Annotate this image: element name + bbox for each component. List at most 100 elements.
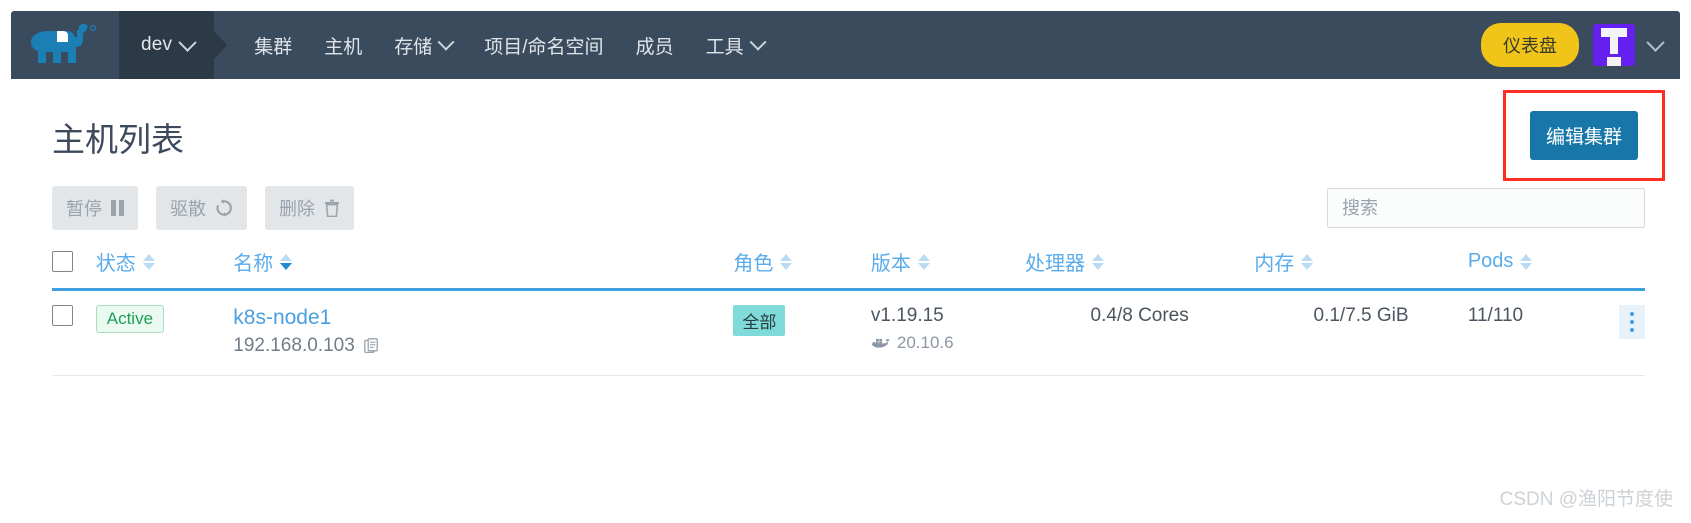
sort-role[interactable]: 角色 (733, 247, 793, 276)
hosts-table-head: 状态 名称 角色 版本 处理器 内存 Pods (52, 237, 1645, 291)
table-toolbar: 暂停 驱散 删除 (0, 185, 1691, 231)
edit-cluster-highlight-box: 编辑集群 (1502, 90, 1665, 181)
sort-name[interactable]: 名称 (233, 247, 293, 276)
pause-button-label: 暂停 (66, 199, 102, 219)
avatar[interactable] (1593, 24, 1635, 66)
row-version-cell: v1.19.15 20.10.6 (870, 289, 1026, 377)
row-checkbox[interactable] (52, 305, 73, 327)
rancher-cow-logo (31, 23, 96, 63)
nav-item-storage[interactable]: 存储 (378, 32, 468, 59)
header-cpu: 处理器 (1025, 237, 1255, 291)
hosts-table-container: 状态 名称 角色 版本 处理器 内存 Pods Active k8s-node1… (0, 237, 1691, 377)
sort-icon (780, 253, 793, 270)
nav-item-label: 主机 (324, 36, 363, 58)
header-memory-label: 内存 (1254, 253, 1295, 275)
nav-item-label: 集群 (254, 36, 293, 58)
cluster-context-switcher[interactable]: dev (119, 11, 215, 79)
nav-item-label: 成员 (635, 36, 674, 58)
header-state: 状态 (95, 237, 234, 291)
row-actions-cell (1592, 289, 1645, 377)
header-name-label: 名称 (233, 253, 274, 275)
sort-state[interactable]: 状态 (96, 247, 155, 276)
header-cpu-label: 处理器 (1025, 253, 1086, 275)
sort-icon (1092, 253, 1105, 270)
sort-pods[interactable]: Pods (1468, 250, 1533, 273)
search-input[interactable] (1340, 196, 1632, 220)
sort-cpu[interactable]: 处理器 (1025, 247, 1105, 276)
row-state-cell: Active (95, 289, 234, 377)
nav-item-tools[interactable]: 工具 (690, 32, 780, 59)
header-name: 名称 (233, 237, 734, 291)
edit-cluster-button[interactable]: 编辑集群 (1529, 111, 1638, 160)
cluster-context-label: dev (141, 34, 173, 55)
header-pods: Pods (1467, 237, 1593, 291)
select-all-checkbox[interactable] (52, 251, 73, 273)
table-header-row: 状态 名称 角色 版本 处理器 内存 Pods (52, 237, 1645, 291)
docker-version-row: 20.10.6 (871, 333, 1025, 353)
row-pods-cell: 11/110 (1467, 289, 1593, 377)
table-row[interactable]: Active k8s-node1 192.168.0.103 全部 v1.19.… (52, 289, 1645, 377)
nav-item-members[interactable]: 成员 (620, 32, 690, 59)
sort-icon (917, 253, 930, 270)
header-version-label: 版本 (870, 253, 911, 275)
header-memory: 内存 (1254, 237, 1468, 291)
nav-item-clusters[interactable]: 集群 (238, 32, 308, 59)
user-menu-chevron-down-icon[interactable] (1646, 32, 1665, 52)
status-badge: Active (95, 305, 165, 333)
nav-item-label: 工具 (705, 36, 744, 58)
row-actions-menu-button[interactable] (1619, 305, 1645, 339)
node-ip: 192.168.0.103 (233, 335, 733, 357)
role-badge: 全部 (733, 305, 786, 336)
node-name-link[interactable]: k8s-node1 (233, 305, 733, 331)
row-cpu-cell: 0.4/8 Cores (1025, 289, 1255, 377)
header-state-label: 状态 (95, 253, 136, 275)
nav-item-projects-namespaces[interactable]: 项目/命名空间 (468, 32, 619, 59)
sort-memory[interactable]: 内存 (1254, 247, 1314, 276)
node-ip-text: 192.168.0.103 (233, 335, 355, 357)
row-memory-cell: 0.1/7.5 GiB (1254, 289, 1468, 377)
navbar-right: 仪表盘 (1481, 11, 1680, 79)
header-actions (1592, 237, 1645, 291)
app-logo[interactable] (11, 11, 119, 79)
avatar-glyph-foot (1607, 57, 1621, 66)
page-title: 主机列表 (52, 121, 184, 158)
evacuate-button[interactable]: 驱散 (156, 186, 247, 230)
search-box[interactable] (1327, 188, 1645, 228)
pause-button[interactable]: 暂停 (52, 186, 138, 230)
delete-button[interactable]: 删除 (265, 186, 354, 230)
row-name-cell: k8s-node1 192.168.0.103 (233, 289, 734, 377)
header-version: 版本 (870, 237, 1026, 291)
nav-item-hosts[interactable]: 主机 (308, 32, 378, 59)
hosts-table: 状态 名称 角色 版本 处理器 内存 Pods Active k8s-node1… (52, 237, 1645, 377)
nav-items: 集群 主机 存储 项目/命名空间 成员 工具 (238, 11, 779, 79)
pause-icon (111, 200, 124, 216)
kubernetes-version: v1.19.15 (870, 305, 944, 326)
row-role-cell: 全部 (733, 289, 871, 377)
header-role: 角色 (733, 237, 871, 291)
sort-version[interactable]: 版本 (871, 247, 930, 276)
avatar-glyph-stem (1610, 37, 1618, 54)
header-pods-label: Pods (1467, 250, 1514, 272)
chevron-down-icon (749, 33, 767, 51)
docker-icon (871, 339, 890, 348)
delete-button-label: 删除 (279, 199, 315, 219)
nav-item-label: 项目/命名空间 (484, 36, 604, 58)
header-role-label: 角色 (733, 253, 774, 275)
evacuate-button-label: 驱散 (170, 199, 206, 219)
hosts-table-body: Active k8s-node1 192.168.0.103 全部 v1.19.… (52, 289, 1645, 377)
top-navbar: dev 集群 主机 存储 项目/命名空间 成员 工具 仪表盘 (11, 11, 1680, 79)
nav-item-label: 存储 (394, 36, 433, 58)
dashboard-button[interactable]: 仪表盘 (1481, 23, 1579, 67)
sort-icon-active (280, 253, 293, 270)
docker-version-text: 20.10.6 (896, 332, 954, 352)
chevron-down-icon (178, 32, 197, 52)
refresh-icon (216, 199, 232, 217)
trash-icon (325, 199, 339, 217)
sort-icon (142, 253, 155, 270)
copy-icon[interactable] (363, 337, 379, 355)
page-header: 主机列表 编辑集群 (0, 90, 1691, 181)
row-select-cell (52, 289, 96, 377)
watermark: CSDN @渔阳节度使 (1499, 489, 1673, 510)
chevron-down-icon (437, 33, 455, 51)
sort-icon (1301, 253, 1314, 270)
